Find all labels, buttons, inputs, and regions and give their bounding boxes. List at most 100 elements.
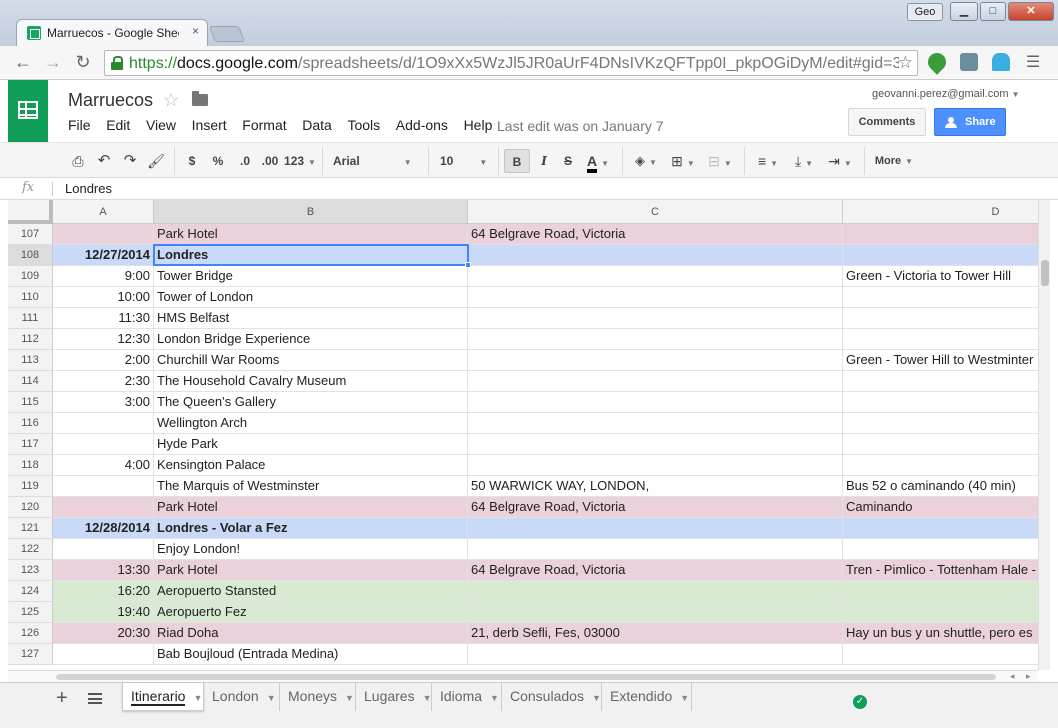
row-header[interactable]: 120 (8, 497, 53, 518)
print-icon[interactable]: ⎙ (68, 149, 88, 173)
cell-b[interactable]: Enjoy London! (154, 539, 468, 560)
ghostery-extension-icon[interactable] (992, 53, 1010, 71)
column-header-c[interactable]: C (468, 200, 843, 224)
cell-a[interactable]: 16:20 (53, 581, 154, 602)
cell-b[interactable]: Tower of London (154, 287, 468, 308)
url-input[interactable]: https://docs.google.com/spreadsheets/d/1… (104, 50, 918, 76)
cell-d[interactable]: Green - Victoria to Tower Hill (843, 266, 1038, 287)
cell-c[interactable]: 64 Belgrave Road, Victoria (468, 497, 843, 518)
maximize-button[interactable]: □ (980, 2, 1006, 21)
chrome-menu-icon[interactable]: ☰ (1022, 52, 1044, 72)
undo-icon[interactable]: ↶ (94, 149, 114, 173)
cell-c[interactable] (468, 581, 843, 602)
cell-c[interactable] (468, 434, 843, 455)
browser-tab[interactable]: Marruecos - Google Sheets × (16, 19, 208, 46)
new-tab-button[interactable] (209, 26, 245, 42)
fill-color-icon[interactable]: ◈ ▼ (630, 149, 662, 173)
cell-a[interactable] (53, 497, 154, 518)
cell-b[interactable]: Park Hotel (154, 497, 468, 518)
merge-cells-icon[interactable]: ⊟ ▼ (702, 149, 738, 173)
document-title[interactable]: Marruecos (68, 90, 153, 111)
sheet-tab-extendido[interactable]: Extendido ▼ (602, 683, 692, 711)
row-header[interactable]: 114 (8, 371, 53, 392)
cell-c[interactable]: 64 Belgrave Road, Victoria (468, 224, 843, 245)
reload-icon[interactable]: ↻ (72, 52, 94, 73)
cell-a[interactable] (53, 413, 154, 434)
cell-a[interactable]: 12/27/2014 (53, 245, 154, 266)
cell-d[interactable] (843, 329, 1038, 350)
cell-a[interactable] (53, 434, 154, 455)
column-header-b[interactable]: B (154, 200, 468, 224)
cell-d[interactable] (843, 392, 1038, 413)
cell-c[interactable] (468, 245, 843, 266)
cell-d[interactable] (843, 434, 1038, 455)
cell-a[interactable] (53, 539, 154, 560)
cell-c[interactable]: 50 WARWICK WAY, LONDON, (468, 476, 843, 497)
cell-d[interactable] (843, 413, 1038, 434)
sheet-tab-lugares[interactable]: Lugares ▼ (356, 683, 432, 711)
sheet-tab-london[interactable]: London ▼ (204, 683, 280, 711)
row-header[interactable]: 127 (8, 644, 53, 665)
cell-b[interactable]: Tower Bridge (154, 266, 468, 287)
decrease-decimal-button[interactable]: .0 (234, 149, 256, 173)
browser-user-button[interactable]: Geo (907, 3, 943, 21)
vertical-scroll-thumb[interactable] (1041, 260, 1049, 286)
cell-d[interactable] (843, 371, 1038, 392)
puzzle-extension-icon[interactable] (960, 53, 978, 71)
row-header[interactable]: 117 (8, 434, 53, 455)
menu-file[interactable]: File (68, 117, 91, 133)
cell-d[interactable] (843, 518, 1038, 539)
cell-a[interactable]: 9:00 (53, 266, 154, 287)
account-email[interactable]: geovanni.perez@gmail.com ▼ (872, 88, 1020, 100)
row-header[interactable]: 124 (8, 581, 53, 602)
all-sheets-icon[interactable] (88, 693, 102, 704)
cell-c[interactable] (468, 602, 843, 623)
row-header[interactable]: 116 (8, 413, 53, 434)
share-button[interactable]: Share (934, 108, 1006, 136)
cell-d[interactable]: Tren - Pimlico - Tottenham Hale - (843, 560, 1038, 581)
menu-help[interactable]: Help (464, 117, 493, 133)
evernote-extension-icon[interactable] (924, 49, 950, 75)
cell-d[interactable]: Caminando (843, 497, 1038, 518)
column-header-d[interactable]: D (843, 200, 1038, 224)
cell-a[interactable]: 13:30 (53, 560, 154, 581)
forward-icon[interactable]: → (42, 52, 64, 73)
add-sheet-button[interactable]: + (56, 687, 68, 710)
sheets-home-logo[interactable] (8, 80, 48, 142)
cell-d[interactable] (843, 581, 1038, 602)
cell-c[interactable] (468, 371, 843, 392)
row-header[interactable]: 121 (8, 518, 53, 539)
row-header[interactable]: 125 (8, 602, 53, 623)
increase-decimal-button[interactable]: .00 (258, 149, 282, 173)
cell-b[interactable]: Park Hotel (154, 224, 468, 245)
row-header[interactable]: 115 (8, 392, 53, 413)
close-window-button[interactable]: ✕ (1008, 2, 1054, 21)
borders-icon[interactable]: ⊞ ▼ (668, 149, 698, 173)
row-header[interactable]: 119 (8, 476, 53, 497)
bookmark-star-icon[interactable]: ☆ (898, 53, 913, 73)
cell-d[interactable] (843, 224, 1038, 245)
cell-b[interactable]: The Marquis of Westminster (154, 476, 468, 497)
cell-c[interactable] (468, 539, 843, 560)
cell-d[interactable] (843, 455, 1038, 476)
cell-b[interactable]: Londres (154, 245, 468, 266)
sheet-tab-moneys[interactable]: Moneys ▼ (280, 683, 356, 711)
row-header[interactable]: 123 (8, 560, 53, 581)
menu-view[interactable]: View (146, 117, 176, 133)
cell-b[interactable]: HMS Belfast (154, 308, 468, 329)
font-size-select[interactable]: 10 ▼ (440, 149, 492, 173)
cell-a[interactable]: 4:00 (53, 455, 154, 476)
row-header[interactable]: 108 (8, 245, 53, 266)
folder-icon[interactable] (192, 91, 208, 106)
row-header[interactable]: 111 (8, 308, 53, 329)
cell-c[interactable] (468, 518, 843, 539)
menu-tools[interactable]: Tools (347, 117, 380, 133)
paint-format-icon[interactable]: 🖌 (146, 149, 166, 173)
cell-a[interactable]: 2:30 (53, 371, 154, 392)
cell-d[interactable] (843, 245, 1038, 266)
formula-input[interactable]: Londres (65, 181, 112, 196)
cell-a[interactable]: 12/28/2014 (53, 518, 154, 539)
cell-a[interactable]: 19:40 (53, 602, 154, 623)
horizontal-scrollbar[interactable]: ◂ ▸ (8, 670, 1038, 682)
cell-a[interactable]: 20:30 (53, 623, 154, 644)
